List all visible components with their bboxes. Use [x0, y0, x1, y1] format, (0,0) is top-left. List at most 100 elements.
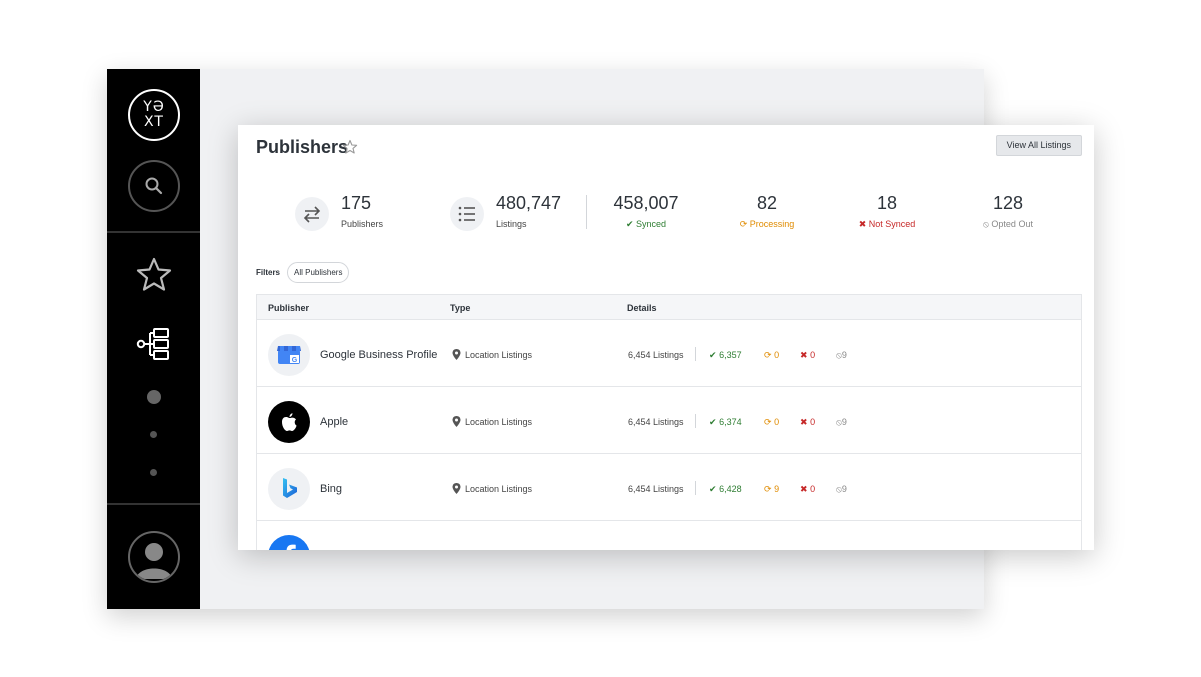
x-icon: ✖	[800, 417, 808, 427]
not-synced-label-wrap: ✖ Not Synced	[847, 219, 927, 230]
map-pin-icon	[452, 349, 461, 360]
listings-count-cell: 6,454 Listings	[628, 417, 684, 427]
publisher-name[interactable]: Google Business Profile	[320, 349, 437, 361]
listings-stat-icon-bg	[450, 197, 484, 231]
synced-label: Synced	[636, 219, 667, 229]
opted-out-count: 128	[992, 193, 1024, 213]
entity-tree-nav-button[interactable]	[135, 325, 173, 368]
not-synced-count: 18	[876, 193, 898, 213]
google-business-icon: G	[277, 346, 301, 364]
swap-arrows-icon	[303, 206, 321, 223]
not-synced-metric: ✖ 0	[800, 484, 815, 495]
listing-type: Location Listings	[452, 483, 533, 494]
ban-icon: ⦸	[983, 219, 989, 229]
publishers-stat: 175 Publishers	[341, 193, 383, 229]
list-icon	[458, 206, 475, 222]
processing-metric: ⟳ 0	[764, 350, 779, 361]
table-row[interactable]: G Google Business Profile Location Listi…	[257, 320, 1081, 387]
opted-out-value: 9	[841, 417, 847, 427]
user-icon	[136, 543, 172, 579]
check-icon: ✔	[625, 219, 634, 229]
synced-metric: ✔ 6,374	[709, 417, 742, 428]
processing-stat: 82 ⟳ Processing	[727, 193, 807, 230]
check-icon: ✔	[709, 417, 717, 427]
listing-type-label: Location Listings	[465, 484, 533, 494]
view-all-listings-button[interactable]: View All Listings	[995, 135, 1082, 156]
refresh-icon: ⟳	[764, 484, 772, 494]
synced-metric: ✔ 6,428	[709, 484, 742, 495]
refresh-icon: ⟳	[764, 350, 772, 360]
bing-logo	[268, 468, 310, 510]
apple-logo	[268, 401, 310, 443]
listings-count-cell: 6,454 Listings	[628, 350, 684, 360]
table-row[interactable]	[257, 521, 1081, 550]
synced-value: 6,374	[719, 417, 742, 427]
not-synced-value: 0	[810, 417, 816, 427]
not-synced-value: 0	[810, 350, 816, 360]
processing-metric: ⟳ 0	[764, 417, 779, 428]
all-publishers-filter-chip[interactable]: All Publishers	[287, 262, 350, 283]
synced-stat: 458,007 ✔ Synced	[606, 193, 686, 230]
star-outline-icon	[342, 139, 358, 154]
sidebar-divider	[107, 231, 200, 233]
sidebar: YƏ XT	[107, 69, 200, 609]
not-synced-metric: ✖ 0	[800, 417, 815, 428]
publishers-label: Publishers	[341, 219, 384, 229]
table-row[interactable]: Apple Location Listings 6,454 Listings ✔…	[257, 387, 1081, 454]
refresh-icon: ⟳	[739, 219, 748, 229]
not-synced-stat: 18 ✖ Not Synced	[847, 193, 927, 230]
not-synced-value: 0	[810, 484, 816, 494]
check-icon: ✔	[709, 350, 717, 360]
opted-out-label: Opted Out	[991, 219, 1033, 229]
nav-dot[interactable]	[150, 431, 157, 438]
bing-icon	[283, 478, 297, 498]
synced-value: 6,357	[719, 350, 742, 360]
svg-text:G: G	[292, 357, 298, 364]
opted-out-metric: ⦸9	[836, 417, 847, 428]
processing-label: Processing	[749, 219, 795, 229]
column-header-type[interactable]: Type	[450, 303, 470, 313]
opted-out-label-wrap: ⦸ Opted Out	[968, 219, 1048, 230]
listing-type: Location Listings	[452, 349, 533, 360]
processing-value: 0	[774, 417, 780, 427]
publishers-table: Publisher Type Details G Google Business…	[256, 294, 1082, 550]
favorite-star-button[interactable]	[342, 139, 358, 160]
publishers-count: 175	[341, 193, 372, 213]
page-title: Publishers	[256, 137, 349, 157]
nav-dot[interactable]	[147, 390, 161, 404]
synced-value: 6,428	[719, 484, 742, 494]
opted-out-metric: ⦸9	[836, 484, 847, 495]
listings-count-cell: 6,454 Listings	[628, 484, 684, 494]
facebook-logo	[268, 535, 310, 550]
nav-dot[interactable]	[150, 469, 157, 476]
x-icon: ✖	[858, 219, 867, 229]
refresh-icon: ⟳	[764, 417, 772, 427]
favorites-nav-button[interactable]	[135, 255, 173, 298]
hierarchy-icon	[136, 328, 169, 360]
x-icon: ✖	[800, 350, 808, 360]
opted-out-value: 9	[841, 350, 847, 360]
listings-stat: 480,747 Listings	[496, 193, 561, 229]
processing-label-wrap: ⟳ Processing	[727, 219, 807, 230]
listings-count: 480,747	[496, 193, 562, 213]
processing-value: 0	[774, 350, 780, 360]
opted-out-metric: ⦸9	[836, 350, 847, 361]
column-header-details[interactable]: Details	[627, 303, 657, 313]
search-button[interactable]	[128, 160, 180, 212]
synced-metric: ✔ 6,357	[709, 350, 742, 361]
listing-type-label: Location Listings	[465, 350, 533, 360]
details-divider	[695, 414, 696, 428]
details-divider	[695, 347, 696, 361]
google-business-profile-logo: G	[268, 334, 310, 376]
publishers-panel: Publishers View All Listings 175 Publish…	[238, 125, 1094, 550]
opted-out-stat: 128 ⦸ Opted Out	[968, 193, 1048, 230]
column-header-publisher[interactable]: Publisher	[268, 303, 309, 313]
publisher-name[interactable]: Bing	[320, 483, 342, 495]
publisher-name[interactable]: Apple	[320, 416, 348, 428]
user-avatar[interactable]	[128, 531, 180, 583]
processing-metric: ⟳ 9	[764, 484, 779, 495]
not-synced-label: Not Synced	[868, 219, 916, 229]
table-row[interactable]: Bing Location Listings 6,454 Listings ✔ …	[257, 454, 1081, 521]
yext-logo[interactable]: YƏ XT	[128, 89, 180, 141]
map-pin-icon	[452, 416, 461, 427]
